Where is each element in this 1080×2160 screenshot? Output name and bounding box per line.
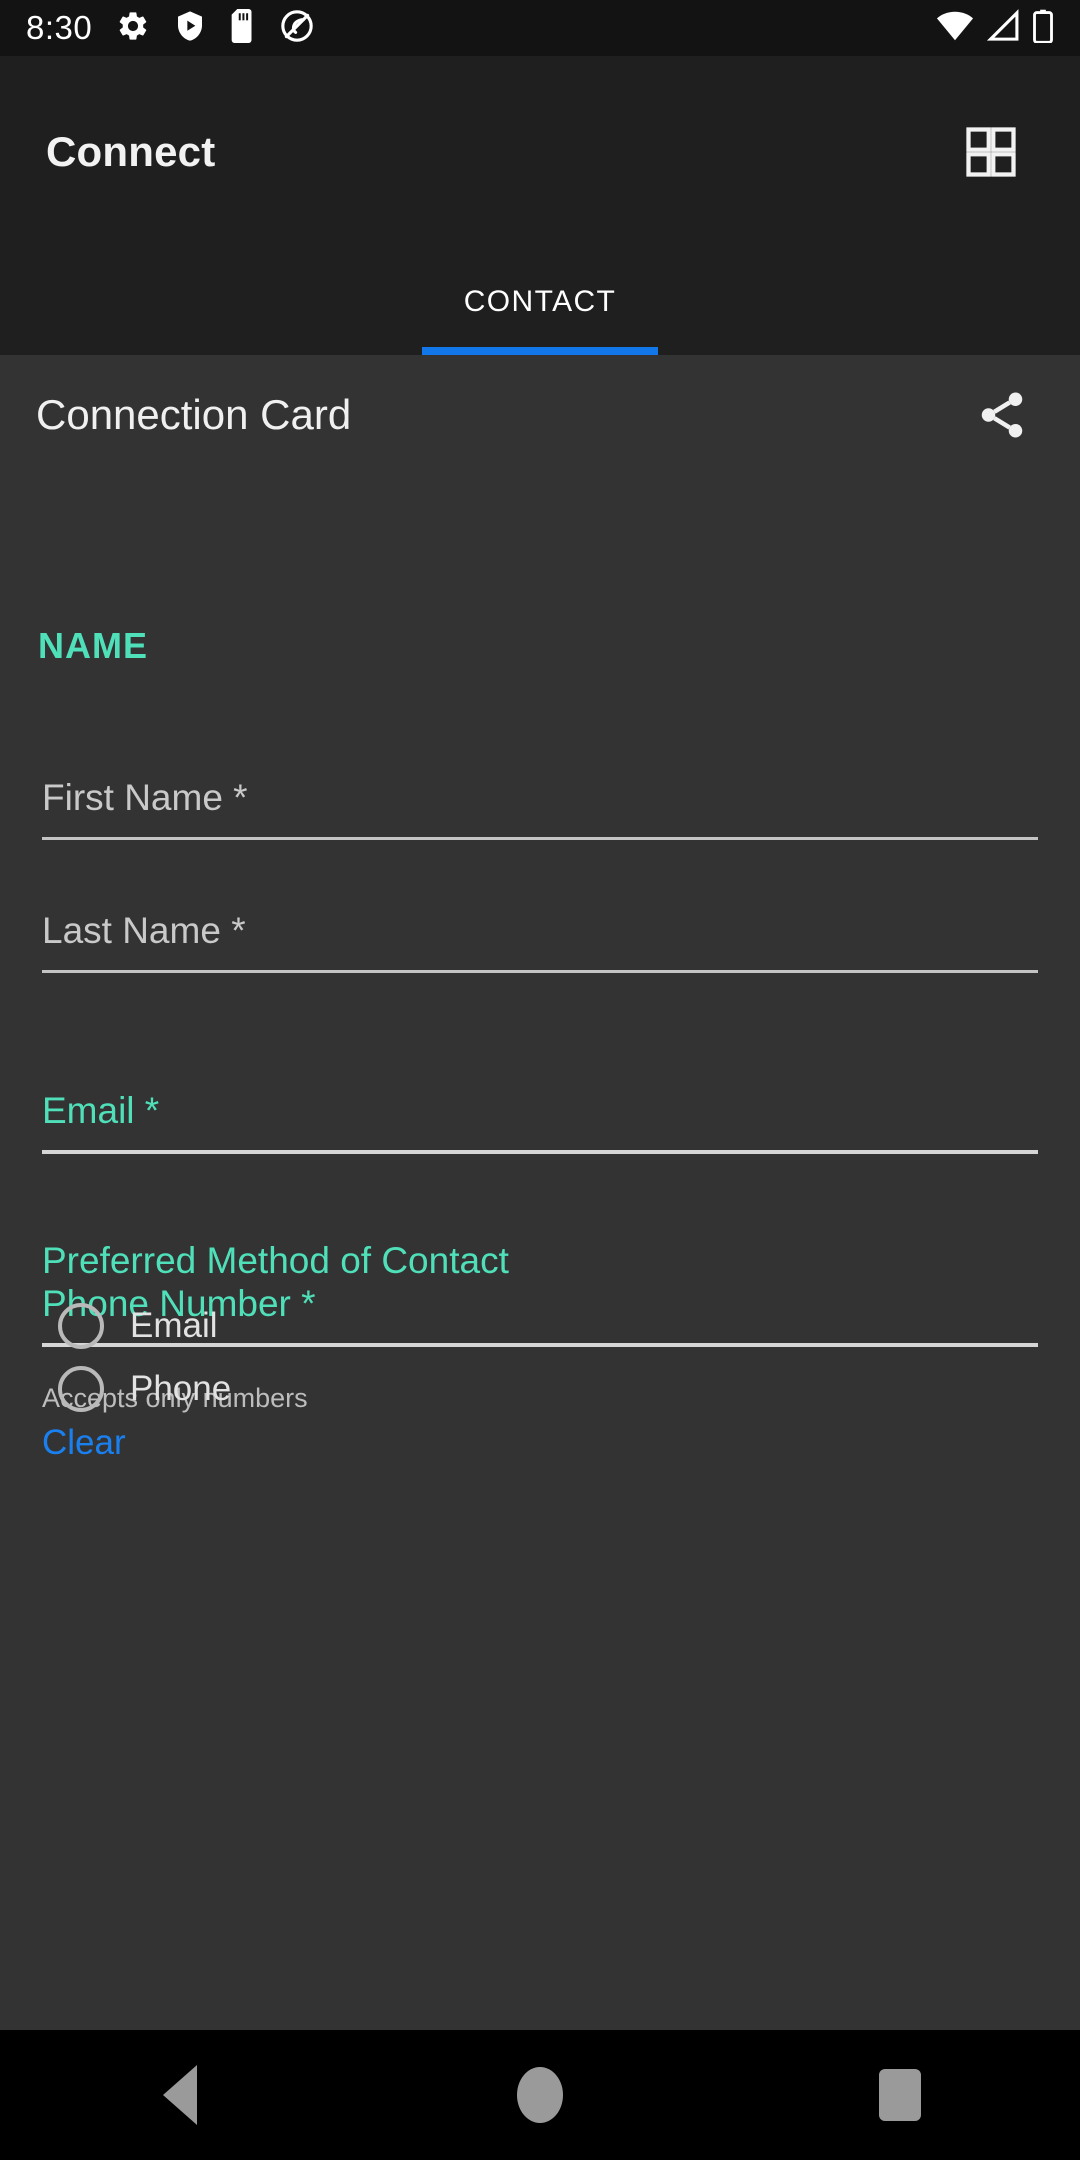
field-email[interactable]: Email * bbox=[42, 1090, 1038, 1154]
status-bar-left: 8:30 bbox=[26, 8, 314, 48]
battery-icon bbox=[1032, 9, 1054, 48]
field-email-label: Email * bbox=[42, 1090, 160, 1131]
clear-button[interactable]: Clear bbox=[42, 1423, 126, 1463]
app-bar-actions bbox=[946, 107, 1036, 197]
radio-circle-email bbox=[58, 1303, 104, 1349]
field-last-name[interactable]: Last Name * bbox=[42, 910, 1038, 973]
wifi-icon bbox=[936, 9, 974, 48]
status-bar-right bbox=[936, 8, 1054, 48]
field-first-name-underline bbox=[42, 837, 1038, 840]
grid-view-icon[interactable] bbox=[946, 107, 1036, 197]
radio-option-email-label: Email bbox=[130, 1306, 218, 1345]
contact-form-content: Connection Card NAME First Name * Last N… bbox=[0, 355, 1080, 2030]
page-title: Connect bbox=[46, 128, 216, 175]
field-last-name-underline bbox=[42, 970, 1038, 973]
field-first-name-label: First Name * bbox=[42, 777, 248, 818]
field-first-name[interactable]: First Name * bbox=[42, 777, 1038, 840]
card-header: Connection Card bbox=[0, 355, 1080, 475]
radio-circle-phone bbox=[58, 1366, 104, 1412]
play-protect-shield-icon bbox=[174, 9, 206, 48]
android-nav-bar bbox=[0, 2030, 1080, 2160]
radio-group-label: Preferred Method of Contact bbox=[42, 1240, 509, 1281]
recents-icon[interactable] bbox=[810, 2030, 990, 2160]
section-label-name: NAME bbox=[38, 625, 148, 666]
phone-screen: 8:30 Connect CONTACT Connection Card NAM… bbox=[0, 0, 1080, 2160]
app-bar: Connect bbox=[0, 56, 1080, 248]
radio-option-phone-label: Phone bbox=[130, 1369, 232, 1408]
gear-icon bbox=[116, 9, 150, 48]
field-email-underline bbox=[42, 1150, 1038, 1154]
card-title: Connection Card bbox=[36, 391, 352, 438]
tab-bar: CONTACT bbox=[0, 248, 1080, 355]
status-bar: 8:30 bbox=[0, 0, 1080, 56]
back-icon[interactable] bbox=[90, 2030, 270, 2160]
tab-contact-label: CONTACT bbox=[463, 284, 617, 318]
home-icon[interactable] bbox=[450, 2030, 630, 2160]
status-clock: 8:30 bbox=[26, 9, 93, 46]
sd-card-icon bbox=[230, 8, 256, 48]
no-sync-circle-icon bbox=[280, 9, 314, 48]
field-last-name-label: Last Name * bbox=[42, 910, 246, 951]
radio-option-email[interactable]: Email bbox=[58, 1303, 218, 1349]
tab-contact[interactable]: CONTACT bbox=[378, 248, 702, 355]
radio-option-phone[interactable]: Phone bbox=[58, 1366, 231, 1412]
tab-indicator bbox=[422, 347, 658, 355]
share-icon[interactable] bbox=[962, 375, 1042, 455]
cell-signal-icon bbox=[986, 8, 1020, 48]
